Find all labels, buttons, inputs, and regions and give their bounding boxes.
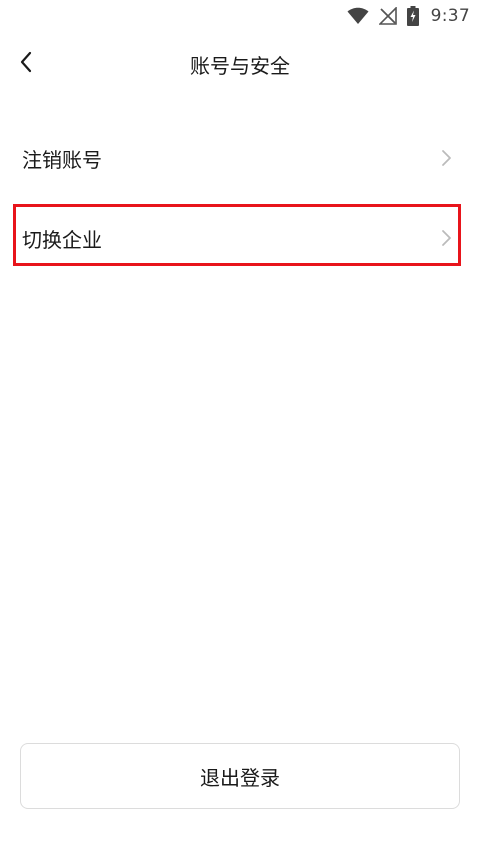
wifi-icon [347,7,369,25]
no-signal-icon [378,7,397,25]
nav-bar: 账号与安全 [0,36,480,92]
chevron-right-icon [440,229,452,247]
list-item-switch-enterprise[interactable]: 切换企业 [0,206,480,270]
page-title: 账号与安全 [190,54,290,78]
battery-charging-icon [406,6,419,26]
account-security-screen: 9:37 账号与安全 注销账号 切换企业 退出登录 [0,0,480,853]
list-item-deactivate-account[interactable]: 注销账号 [0,126,480,190]
logout-button[interactable]: 退出登录 [20,743,460,809]
status-time: 9:37 [430,6,470,26]
list-item-label: 注销账号 [22,148,102,172]
status-bar: 9:37 [0,0,480,32]
status-icons: 9:37 [347,4,470,28]
list-item-label: 切换企业 [22,228,102,252]
chevron-right-icon [440,149,452,167]
